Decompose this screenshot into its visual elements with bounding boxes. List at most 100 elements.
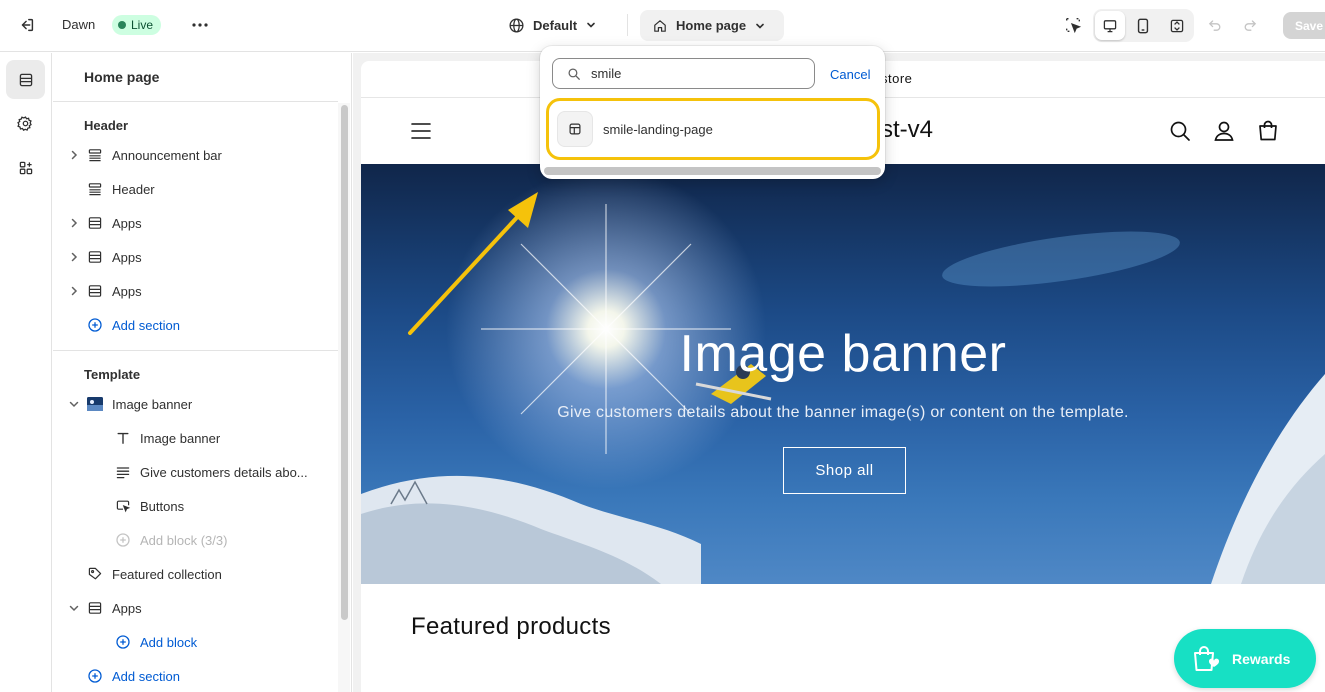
- section-label: Header: [112, 181, 155, 197]
- desktop-view-button[interactable]: [1095, 11, 1126, 40]
- ellipsis-icon: [192, 23, 208, 27]
- announcement-text: store: [881, 71, 913, 86]
- apps-icon: [19, 161, 32, 174]
- banner-heading: Image banner: [679, 325, 1007, 383]
- section-image-banner[interactable]: Image banner: [53, 387, 338, 421]
- page-selector-label: Home page: [676, 18, 747, 33]
- undo-icon: [1208, 20, 1221, 31]
- undo-button[interactable]: [1205, 15, 1225, 35]
- apps-section-icon: [86, 214, 104, 232]
- page-search-field[interactable]: [552, 58, 815, 89]
- add-block-button[interactable]: Add block: [53, 625, 338, 659]
- cart-icon[interactable]: [1256, 119, 1280, 143]
- template-layout-icon: [557, 111, 593, 147]
- fullscreen-view-button[interactable]: [1162, 11, 1192, 40]
- theme-name: Dawn: [62, 17, 96, 32]
- theme-settings-nav-button[interactable]: [6, 104, 45, 143]
- section-apps[interactable]: Apps: [53, 274, 338, 308]
- section-label: Apps: [112, 215, 142, 231]
- hamburger-menu-icon[interactable]: [409, 119, 433, 143]
- globe-icon: [509, 17, 524, 33]
- block-buttons[interactable]: Buttons: [53, 489, 338, 523]
- sidebar-title: Home page: [84, 69, 160, 85]
- block-label: Give customers details abo...: [140, 464, 308, 480]
- plus-circle-icon: [114, 633, 132, 651]
- section-apps[interactable]: Apps: [53, 206, 338, 240]
- locale-selector[interactable]: Default: [500, 10, 605, 40]
- store-name[interactable]: st-v4: [881, 116, 933, 144]
- home-icon: [654, 19, 666, 32]
- chevron-right-icon[interactable]: [67, 148, 81, 162]
- template-group-heading: Template: [84, 367, 141, 382]
- section-icon: [86, 180, 104, 198]
- sections-nav-button[interactable]: [6, 60, 45, 99]
- image-banner-preview[interactable]: Image banner Give customers details abou…: [361, 164, 1325, 584]
- exit-editor-button[interactable]: [16, 14, 38, 36]
- page-search-dropdown: Cancel smile-landing-page: [540, 46, 885, 179]
- gear-icon: [17, 116, 32, 131]
- header-add-section-button[interactable]: Add section: [53, 308, 338, 342]
- section-label: Apps: [112, 600, 142, 616]
- fullscreen-icon: [1170, 19, 1184, 32]
- page-selector[interactable]: Home page: [640, 10, 784, 41]
- save-button[interactable]: Save: [1283, 12, 1325, 39]
- chevron-down-icon[interactable]: [67, 397, 81, 411]
- block-label: Buttons: [140, 498, 185, 514]
- block-label: Image banner: [140, 430, 221, 446]
- sidebar-scrollbar[interactable]: [341, 105, 348, 620]
- search-result-item[interactable]: smile-landing-page: [546, 98, 880, 160]
- featured-products-heading: Featured products: [411, 613, 611, 640]
- apps-nav-button[interactable]: [6, 148, 45, 187]
- search-icon: [568, 67, 580, 80]
- redo-button[interactable]: [1240, 15, 1260, 35]
- section-featured-collection[interactable]: Featured collection: [53, 557, 338, 591]
- mobile-view-button[interactable]: [1128, 11, 1158, 40]
- live-status-badge: Live: [112, 15, 162, 35]
- sidebar-divider: [53, 101, 338, 102]
- desktop-icon: [1103, 19, 1117, 32]
- image-thumbnail: [86, 395, 104, 413]
- paragraph-icon: [114, 463, 132, 481]
- apps-section-icon: [86, 282, 104, 300]
- dropdown-scrollbar[interactable]: [544, 167, 881, 175]
- add-block-label: Add block (3/3): [140, 532, 228, 548]
- section-header[interactable]: Header: [53, 172, 338, 206]
- shop-all-button[interactable]: Shop all: [783, 447, 906, 494]
- template-add-section-button[interactable]: Add section: [53, 659, 338, 692]
- section-announcement-bar[interactable]: Announcement bar: [53, 138, 338, 172]
- live-badge-label: Live: [131, 18, 154, 32]
- account-icon[interactable]: [1212, 119, 1236, 143]
- device-toggle-group: [1093, 9, 1194, 42]
- chevron-down-icon[interactable]: [67, 601, 81, 615]
- locale-label: Default: [533, 17, 578, 33]
- redo-icon: [1244, 20, 1257, 31]
- live-dot-icon: [118, 21, 126, 29]
- block-heading[interactable]: Image banner: [53, 421, 338, 455]
- chevron-right-icon[interactable]: [67, 250, 81, 264]
- search-icon[interactable]: [1168, 119, 1192, 143]
- apps-section-icon: [86, 599, 104, 617]
- block-text[interactable]: Give customers details abo...: [53, 455, 338, 489]
- chevron-right-icon[interactable]: [67, 284, 81, 298]
- text-icon: [114, 429, 132, 447]
- plus-circle-icon: [114, 531, 132, 549]
- sections-sidebar: Home page Header Announcement bar Header…: [53, 53, 352, 692]
- page-search-input[interactable]: [591, 66, 791, 81]
- add-section-label: Add section: [112, 317, 180, 333]
- shopping-bag-heart-icon: [1194, 645, 1220, 671]
- search-cancel-button[interactable]: Cancel: [830, 67, 870, 82]
- exit-icon: [21, 18, 34, 32]
- add-block-disabled: Add block (3/3): [53, 523, 338, 557]
- section-apps[interactable]: Apps: [53, 240, 338, 274]
- plus-circle-icon: [86, 316, 104, 334]
- inspector-toggle-button[interactable]: [1061, 13, 1085, 37]
- chevron-right-icon[interactable]: [67, 216, 81, 230]
- rewards-launcher-button[interactable]: Rewards: [1174, 629, 1316, 688]
- section-icon: [86, 146, 104, 164]
- sections-icon: [19, 73, 32, 86]
- section-apps[interactable]: Apps: [53, 591, 338, 625]
- tag-icon: [86, 565, 104, 583]
- add-section-label: Add section: [112, 668, 180, 684]
- more-actions-button[interactable]: [188, 14, 212, 36]
- button-cursor-icon: [114, 497, 132, 515]
